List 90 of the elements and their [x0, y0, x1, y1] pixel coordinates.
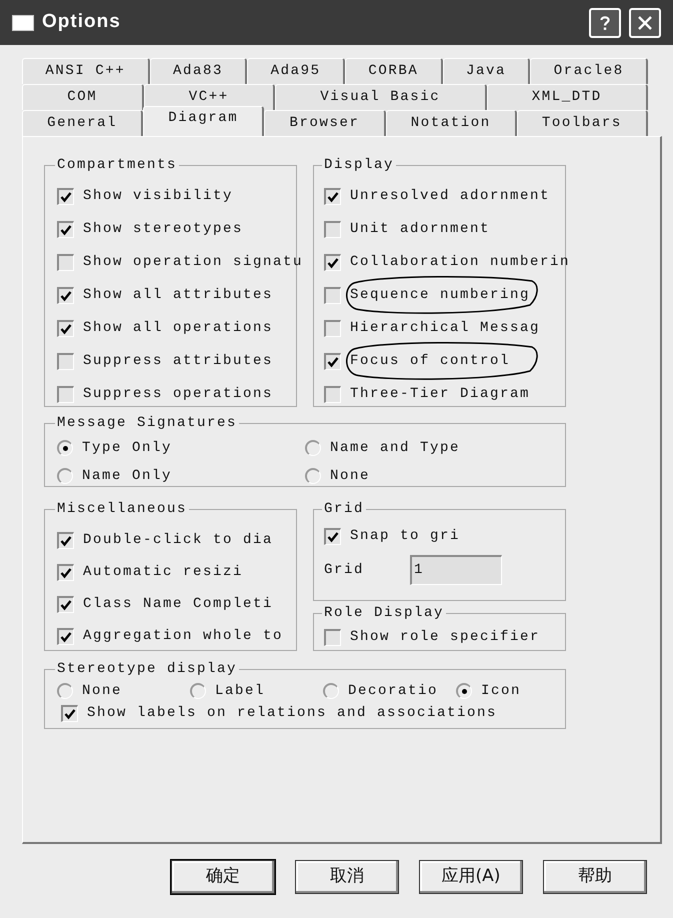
checkbox[interactable]: [57, 564, 74, 580]
dialog-button[interactable]: 应用(A): [419, 860, 523, 894]
checkbox[interactable]: [324, 254, 341, 271]
close-icon: [637, 14, 653, 30]
tab[interactable]: Visual Basic: [275, 84, 487, 110]
checkbox-label: Show all operations: [83, 319, 274, 338]
checkbox[interactable]: [57, 221, 74, 238]
group-title: Stereotype display: [56, 660, 238, 679]
radio-button[interactable]: [305, 468, 321, 484]
checkbox-label: Collaboration numberin: [350, 253, 570, 272]
checkbox[interactable]: [324, 287, 341, 304]
tab[interactable]: Oracle8: [530, 58, 648, 84]
checkbox-label: Double-click to dia: [83, 530, 274, 550]
tab[interactable]: Browser: [264, 110, 386, 136]
tab[interactable]: COM: [22, 84, 144, 110]
radio-button[interactable]: [57, 440, 73, 456]
checkbox-label: Sequence numbering: [350, 286, 530, 305]
checkbox[interactable]: [324, 386, 341, 403]
checkbox[interactable]: [324, 528, 341, 544]
dialog-button[interactable]: 取消: [295, 860, 399, 894]
tab[interactable]: Toolbars: [516, 110, 648, 136]
grid-size-field[interactable]: 1: [410, 555, 502, 585]
radio-label: Icon: [481, 682, 522, 700]
tab[interactable]: CORBA: [345, 58, 443, 84]
checkbox-label: Unresolved adornment: [350, 187, 550, 206]
radio-label: Name and Type: [330, 438, 460, 458]
checkbox[interactable]: [324, 320, 341, 337]
window-icon: [12, 14, 34, 30]
tab[interactable]: ANSI C++: [22, 58, 150, 84]
radio-button[interactable]: [190, 683, 206, 699]
radio-button[interactable]: [305, 440, 321, 456]
radio-label: Label: [215, 682, 266, 700]
checkbox-label: Show role specifier: [350, 628, 540, 646]
checkbox[interactable]: [57, 254, 74, 271]
checkbox[interactable]: [324, 628, 341, 646]
tab[interactable]: Java: [442, 58, 530, 84]
checkbox[interactable]: [57, 628, 74, 644]
checkbox[interactable]: [57, 287, 74, 304]
group-title: Role Display: [323, 604, 446, 623]
checkbox[interactable]: [324, 221, 341, 238]
checkbox-label: Show labels on relations and associations: [87, 704, 498, 722]
checkbox[interactable]: [57, 353, 74, 370]
grid-size-label: Grid: [324, 560, 366, 580]
group-title: Grid: [323, 500, 366, 519]
checkbox[interactable]: [61, 704, 78, 722]
tab[interactable]: Notation: [386, 110, 517, 136]
tab[interactable]: Ada95: [247, 58, 346, 84]
checkbox-label: Class Name Completi: [83, 594, 274, 614]
checkbox-label: Snap to gri: [350, 526, 460, 546]
dialog-button[interactable]: 帮助: [543, 860, 647, 894]
group-title: Miscellaneous: [56, 500, 188, 519]
checkbox-label: Aggregation whole to: [83, 626, 284, 646]
checkbox-label: Automatic resizi: [83, 562, 244, 582]
checkbox-label: Unit adornment: [350, 220, 490, 239]
help-button[interactable]: [589, 8, 621, 38]
checkbox[interactable]: [57, 596, 74, 612]
tab[interactable]: General: [22, 110, 144, 136]
checkbox-label: Suppress attributes: [83, 352, 274, 371]
checkbox-label: Show visibility: [83, 187, 234, 206]
checkbox-label: Show operation signatu: [83, 253, 304, 272]
checkbox[interactable]: [57, 188, 74, 205]
close-button[interactable]: [629, 8, 661, 38]
tab[interactable]: XML_DTD: [486, 84, 648, 110]
tab[interactable]: Ada83: [150, 58, 248, 84]
checkbox[interactable]: [57, 532, 74, 548]
group-title: Message Signatures: [56, 414, 238, 433]
checkbox-label: Focus of control: [350, 352, 510, 371]
window-title: Options: [42, 10, 121, 34]
group-title: Display: [323, 156, 396, 175]
radio-label: None: [330, 466, 370, 486]
tab[interactable]: Diagram: [143, 106, 264, 136]
checkbox[interactable]: [57, 386, 74, 403]
radio-button[interactable]: [57, 683, 73, 699]
dialog-button[interactable]: 确定: [171, 860, 275, 894]
checkbox[interactable]: [57, 320, 74, 337]
checkbox[interactable]: [324, 353, 341, 370]
radio-label: Type Only: [82, 438, 172, 458]
checkbox-label: Suppress operations: [83, 385, 274, 404]
radio-label: None: [82, 682, 122, 700]
checkbox-label: Show stereotypes: [83, 220, 244, 239]
radio-button[interactable]: [456, 683, 472, 699]
group-title: Compartments: [56, 156, 178, 175]
radio-button[interactable]: [323, 683, 339, 699]
checkbox-label: Show all attributes: [83, 286, 274, 305]
checkbox[interactable]: [324, 188, 341, 205]
radio-label: Decoratio: [348, 682, 438, 700]
radio-label: Name Only: [82, 466, 172, 486]
checkbox-label: Hierarchical Messag: [350, 319, 540, 338]
checkbox-label: Three-Tier Diagram: [350, 385, 530, 404]
radio-button[interactable]: [57, 468, 73, 484]
